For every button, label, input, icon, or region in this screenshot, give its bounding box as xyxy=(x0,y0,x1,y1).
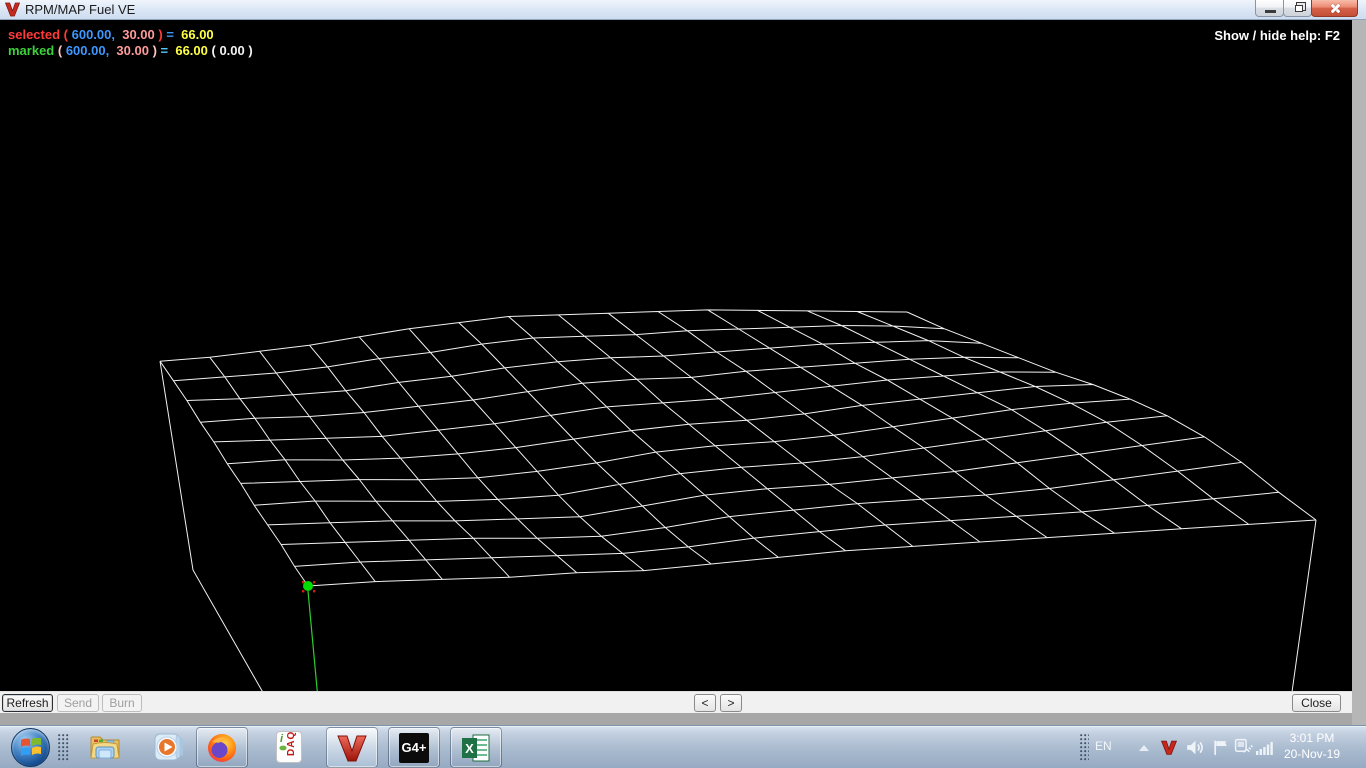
selected-readout: selected ( 600.00, 30.00 ) = 66.00 xyxy=(8,27,214,42)
marker-tick xyxy=(313,581,315,583)
network-signal-icon[interactable] xyxy=(1256,740,1274,755)
media-player-icon[interactable] xyxy=(152,730,186,764)
g4-taskbar-button[interactable]: G4+ xyxy=(388,727,440,768)
screen: { "window": { "title": "RPM/MAP Fuel VE"… xyxy=(0,0,1366,768)
taskbar-grip xyxy=(58,734,70,762)
taskbar: i DAQ G4+ xyxy=(0,725,1366,768)
window-border-bottom xyxy=(0,713,1352,725)
marker-tick xyxy=(313,590,315,592)
mesh-surface[interactable] xyxy=(160,310,1316,586)
title-bar: RPM/MAP Fuel VE xyxy=(0,0,1366,20)
burn-button[interactable]: Burn xyxy=(102,694,142,712)
bottom-toolbar: Refresh Send Burn < > Close xyxy=(0,691,1352,713)
refresh-button[interactable]: Refresh xyxy=(2,694,53,712)
explorer-icon[interactable] xyxy=(88,730,122,764)
tray-grip xyxy=(1080,734,1089,762)
safely-remove-hardware-icon[interactable] xyxy=(1234,738,1253,756)
start-button[interactable] xyxy=(11,728,50,767)
excel-icon: X xyxy=(460,732,492,764)
close-button[interactable]: Close xyxy=(1292,694,1341,712)
marker-tick xyxy=(302,590,304,592)
idaq-i-glyph: i xyxy=(280,733,283,745)
send-button[interactable]: Send xyxy=(57,694,99,712)
action-center-flag-icon[interactable] xyxy=(1212,739,1229,756)
marked-readout: marked ( 600.00, 30.00 ) = 66.00 ( 0.00 … xyxy=(8,43,253,58)
g4-icon: G4+ xyxy=(399,733,429,763)
firefox-icon xyxy=(206,732,238,764)
marker-drop-line xyxy=(308,591,319,691)
window-title: RPM/MAP Fuel VE xyxy=(25,2,135,17)
idaq-label: DAQ xyxy=(286,731,297,756)
next-table-button[interactable]: > xyxy=(720,694,742,712)
restore-button[interactable] xyxy=(1283,0,1312,17)
firefox-taskbar-button[interactable] xyxy=(196,727,248,768)
prev-table-button[interactable]: < xyxy=(694,694,716,712)
idaq-icon[interactable]: i DAQ xyxy=(276,731,302,763)
minimize-icon xyxy=(1265,10,1276,13)
ve-3d-view[interactable]: selected ( 600.00, 30.00 ) = 66.00 marke… xyxy=(0,20,1352,691)
ve-surface-mesh[interactable] xyxy=(0,20,1352,691)
close-window-button[interactable] xyxy=(1311,0,1358,17)
svg-text:X: X xyxy=(465,741,474,756)
restore-icon xyxy=(1295,5,1303,12)
help-hint: Show / hide help: F2 xyxy=(1214,28,1340,43)
windows-logo-icon xyxy=(20,738,42,758)
ve-app-taskbar-button[interactable] xyxy=(326,727,378,768)
volume-icon[interactable] xyxy=(1186,739,1205,756)
window-border-right xyxy=(1352,20,1366,725)
excel-taskbar-button[interactable]: X xyxy=(450,727,502,768)
mesh-side-walls xyxy=(160,361,1316,691)
minimize-button[interactable] xyxy=(1255,0,1284,17)
clock-date: 20-Nov-19 xyxy=(1276,746,1348,762)
app-v-icon xyxy=(336,732,368,764)
language-indicator[interactable]: EN xyxy=(1095,739,1112,753)
selected-cell-marker[interactable] xyxy=(303,581,313,591)
taskbar-clock[interactable]: 3:01 PM 20-Nov-19 xyxy=(1276,730,1348,762)
app-v-icon xyxy=(5,2,20,17)
tray-v-icon[interactable] xyxy=(1160,739,1178,756)
clock-time: 3:01 PM xyxy=(1276,730,1348,746)
show-hidden-icons-button[interactable] xyxy=(1138,744,1150,752)
